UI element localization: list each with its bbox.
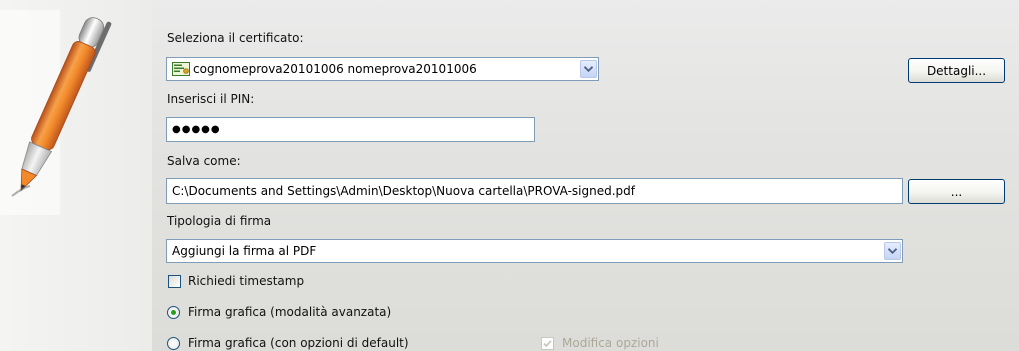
- certificate-icon: [172, 62, 190, 76]
- signature-type-select[interactable]: Aggiungi la firma al PDF: [166, 239, 903, 263]
- modify-options-checkbox[interactable]: [541, 337, 554, 350]
- pin-field[interactable]: ●●●●●: [166, 117, 535, 142]
- pin-label: Inserisci il PIN:: [167, 92, 255, 106]
- pen-icon: [0, 10, 112, 215]
- timestamp-checkbox[interactable]: [168, 275, 181, 288]
- save-as-label: Salva come:: [167, 154, 241, 168]
- details-button[interactable]: Dettagli...: [908, 58, 1005, 83]
- radio-graphic-default[interactable]: [167, 337, 180, 350]
- certificate-select[interactable]: cognomeprova20101006 nomeprova20101006: [166, 57, 599, 81]
- browse-button[interactable]: ...: [908, 179, 1005, 204]
- chevron-down-icon[interactable]: [884, 242, 901, 260]
- radio-graphic-advanced-label: Firma grafica (modalità avanzata): [188, 305, 392, 319]
- save-path-field[interactable]: C:\Documents and Settings\Admin\Desktop\…: [166, 178, 903, 204]
- chevron-down-icon[interactable]: [580, 60, 597, 78]
- certificate-label: Seleziona il certificato:: [167, 31, 304, 45]
- radio-graphic-advanced[interactable]: [167, 306, 180, 319]
- checkmark-icon: [543, 340, 552, 348]
- signature-type-label: Tipologia di firma: [167, 214, 272, 228]
- left-panel: [0, 0, 152, 351]
- pin-value: ●●●●●: [172, 124, 221, 135]
- certificate-value: cognomeprova20101006 nomeprova20101006: [193, 62, 477, 76]
- radio-graphic-default-label: Firma grafica (con opzioni di default): [188, 336, 409, 350]
- radio-selected-dot: [171, 310, 176, 315]
- save-path-value: C:\Documents and Settings\Admin\Desktop\…: [172, 184, 636, 198]
- modify-options-label: Modifica opzioni: [562, 336, 659, 350]
- timestamp-label: Richiedi timestamp: [188, 274, 305, 288]
- signature-type-value: Aggiungi la firma al PDF: [172, 244, 317, 258]
